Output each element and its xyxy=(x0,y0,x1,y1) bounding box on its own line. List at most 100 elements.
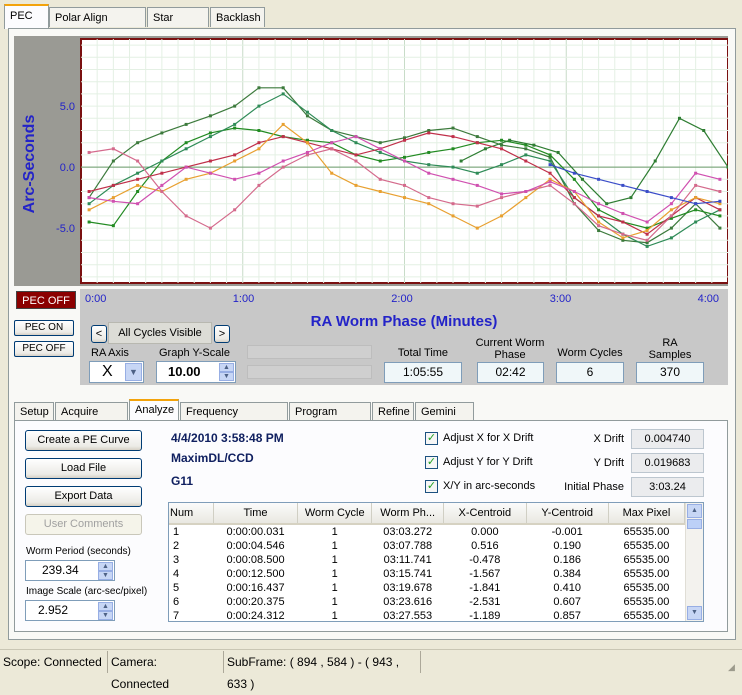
table-cell: 7 xyxy=(173,610,180,622)
series-point xyxy=(403,196,406,200)
table-cell: 03:03.272 xyxy=(383,526,433,538)
series-point xyxy=(111,224,115,228)
graph-yscale-stepper[interactable]: 10.00 ▲ ▼ xyxy=(156,361,236,383)
col-header-time[interactable]: Time xyxy=(213,503,299,525)
session-date: 4/4/2010 3:58:48 PM xyxy=(171,431,284,445)
series-point xyxy=(111,183,115,187)
load-file-button[interactable]: Load File xyxy=(25,458,142,479)
tab-refine[interactable]: Refine xyxy=(372,402,414,420)
spin-up-icon[interactable]: ▲ xyxy=(98,562,113,571)
series-point xyxy=(233,177,237,181)
col-header-num[interactable]: Num xyxy=(169,503,214,525)
table-row[interactable]: 7 0:00:24.312 1 03:27.553 -1.189 0.857 65535.0… xyxy=(169,609,685,622)
table-cell: 1 xyxy=(173,526,180,538)
series-point xyxy=(257,141,261,145)
tab-acquire-data[interactable]: Acquire Data xyxy=(55,402,128,436)
next-cycle-button[interactable]: > xyxy=(214,325,230,343)
scroll-down-icon[interactable]: ▼ xyxy=(687,606,702,620)
table-cell: 0.857 xyxy=(553,610,581,622)
pec-on-button[interactable]: PEC ON xyxy=(14,320,74,336)
spin-up-icon[interactable]: ▲ xyxy=(98,602,113,611)
table-cell: 1 xyxy=(331,526,338,538)
user-comments-button[interactable]: User Comments xyxy=(25,514,142,535)
tab-frequency-spectrum[interactable]: Frequency Spectrum xyxy=(180,402,288,436)
prev-cycle-button[interactable]: < xyxy=(91,325,107,343)
series-point xyxy=(427,171,431,175)
col-header-worm-cycle[interactable]: Worm Cycle xyxy=(297,503,373,525)
tab-label: Analyze xyxy=(135,404,175,416)
series-point xyxy=(208,135,212,139)
spin-down-icon[interactable]: ▼ xyxy=(98,571,113,580)
adjust-x-label: Adjust X for X Drift xyxy=(443,432,534,444)
col-header-worm-phase[interactable]: Worm Ph... xyxy=(371,503,445,525)
spin-down-icon[interactable]: ▼ xyxy=(219,372,234,381)
tab-analyze[interactable]: Analyze xyxy=(129,399,179,421)
series-point xyxy=(451,147,455,151)
ra-axis-select[interactable]: X ▼ xyxy=(89,361,144,383)
x-tick-label: 2:00 xyxy=(391,293,412,305)
table-row[interactable]: 1 0:00:00.031 1 03:03.272 0.000 -0.001 65535.0… xyxy=(169,524,685,539)
table-cell: 1 xyxy=(331,596,338,608)
scroll-up-icon[interactable]: ▲ xyxy=(687,504,702,518)
tab-star-finder[interactable]: Star Finder xyxy=(147,7,209,44)
tab-program-mount[interactable]: Program Mount xyxy=(289,402,371,436)
series-point xyxy=(330,141,334,145)
table-row[interactable]: 6 0:00:20.375 1 03:23.616 -2.531 0.607 65535.0… xyxy=(169,595,685,609)
table-cell: -1.189 xyxy=(469,610,501,622)
col-header-y-centroid[interactable]: Y-Centroid xyxy=(526,503,609,525)
spin-up-icon[interactable]: ▲ xyxy=(219,363,234,372)
chevron-down-icon[interactable]: ▼ xyxy=(125,363,142,381)
x-tick-label: 4:00 xyxy=(698,293,719,305)
series-point xyxy=(500,192,504,196)
tab-pec[interactable]: PEC xyxy=(4,4,49,29)
adjust-y-checkbox[interactable]: ✓ xyxy=(425,456,438,469)
pec-off-button[interactable]: PEC OFF xyxy=(14,341,74,357)
table-cell: 1 xyxy=(331,540,338,552)
xy-arcsec-checkbox[interactable]: ✓ xyxy=(425,480,438,493)
tab-gemini-l4[interactable]: Gemini L4 xyxy=(415,402,474,436)
worm-period-stepper[interactable]: 239.34 ▲ ▼ xyxy=(25,560,115,581)
series-point xyxy=(524,196,528,200)
table-cell: 0.186 xyxy=(553,554,581,566)
series-point xyxy=(524,147,528,151)
y-tick-label: -5.0 xyxy=(56,223,75,235)
table-cell: 3 xyxy=(173,554,180,566)
table-cell: 1 xyxy=(331,554,338,566)
tab-setup[interactable]: Setup xyxy=(14,402,54,420)
series-point xyxy=(645,220,649,224)
table-cell: 0.190 xyxy=(553,540,581,552)
series-point xyxy=(160,159,164,163)
series-point xyxy=(281,159,285,163)
table-cell: 0:00:24.312 xyxy=(226,610,285,622)
table-scrollbar[interactable]: ▲ ▼ xyxy=(685,503,703,621)
series-point xyxy=(87,190,91,193)
series-point xyxy=(257,129,261,132)
image-scale-stepper[interactable]: 2.952 ▲ ▼ xyxy=(25,600,115,621)
ra-axis-value: X xyxy=(102,363,113,380)
series-point xyxy=(281,122,285,126)
series-point xyxy=(87,208,91,212)
table-row[interactable]: 4 0:00:12.500 1 03:15.741 -1.567 0.384 65535.0… xyxy=(169,567,685,581)
tab-polar-align-wizard[interactable]: Polar Align Wizard xyxy=(49,7,146,44)
adjust-x-checkbox[interactable]: ✓ xyxy=(425,432,438,445)
create-pe-curve-button[interactable]: Create a PE Curve xyxy=(25,430,142,451)
series-point xyxy=(281,165,285,169)
table-row[interactable]: 3 0:00:08.500 1 03:11.741 -0.478 0.186 65535.0… xyxy=(169,553,685,567)
table-cell: 65535.00 xyxy=(623,596,670,608)
tab-backlash[interactable]: Backlash xyxy=(210,7,265,27)
col-header-max-pixel[interactable]: Max Pixel xyxy=(608,503,686,525)
export-data-button[interactable]: Export Data xyxy=(25,486,142,507)
col-header-x-centroid[interactable]: X-Centroid xyxy=(443,503,527,525)
scroll-thumb[interactable] xyxy=(687,519,702,529)
spin-down-icon[interactable]: ▼ xyxy=(98,611,113,620)
series-point xyxy=(718,190,722,193)
table-row[interactable]: 2 0:00:04.546 1 03:07.788 0.516 0.190 65535.00 xyxy=(169,539,685,553)
series-point xyxy=(621,232,625,236)
series-point xyxy=(184,214,188,218)
tab-label: Refine xyxy=(378,406,410,418)
table-row[interactable]: 5 0:00:16.437 1 03:19.678 -1.841 0.410 65535.0… xyxy=(169,581,685,595)
series-point xyxy=(257,183,261,187)
resize-grip-icon[interactable]: ◢ xyxy=(728,662,735,673)
label-line: RA xyxy=(662,337,678,349)
series-point xyxy=(184,177,188,181)
